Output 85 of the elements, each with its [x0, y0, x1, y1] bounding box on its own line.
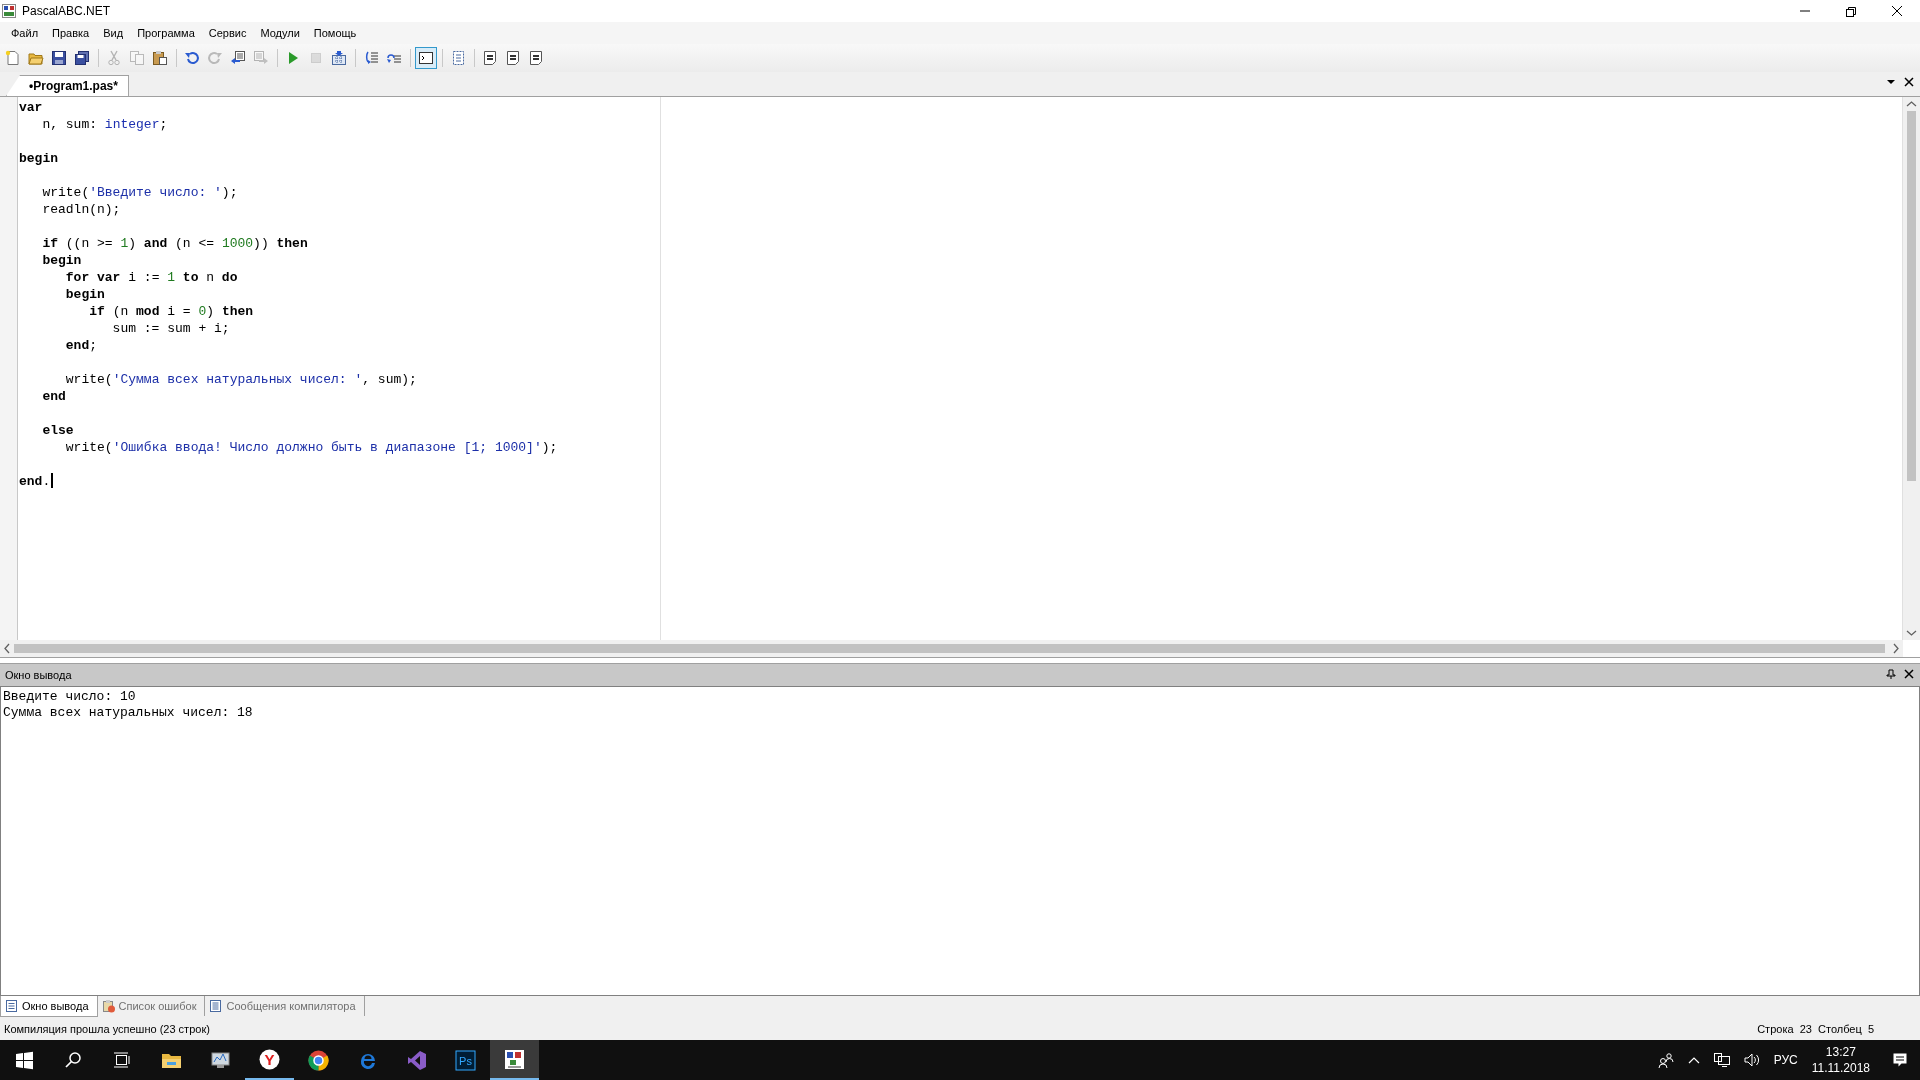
close-icon[interactable] — [1904, 669, 1914, 679]
clock-time[interactable]: 13:27 — [1825, 1044, 1856, 1060]
code-line: if (n mod i = 0) then — [88, 303, 254, 320]
language-indicator[interactable]: РУС — [1773, 1053, 1798, 1067]
console-prompt-button[interactable] — [415, 47, 437, 69]
document-lines-icon — [450, 50, 466, 66]
new-file-icon — [5, 50, 21, 66]
panel-tab[interactable]: Сообщения компилятора — [205, 996, 365, 1016]
panel-title: Окно вывода — [5, 669, 72, 681]
close-icon[interactable] — [1904, 77, 1914, 87]
page-curl-icon — [505, 50, 521, 66]
code-line: begin — [64, 286, 105, 303]
floppy-disks-icon — [74, 50, 90, 66]
clock-date[interactable]: 11.11.2018 — [1811, 1060, 1870, 1076]
vertical-scrollbar[interactable] — [1902, 97, 1920, 640]
document-tab[interactable]: •Program1.pas* — [6, 75, 129, 96]
code-line: for var i := 1 to n do — [64, 269, 238, 286]
code-line: end — [41, 388, 66, 405]
dropdown-caret-icon[interactable] — [1886, 77, 1896, 87]
copy-icon — [129, 50, 145, 66]
code-line: var — [19, 99, 43, 116]
letters-square-button[interactable]: Ps — [441, 1040, 490, 1080]
code-line: sum := sum + i; — [111, 320, 230, 337]
document-lines-icon — [5, 999, 18, 1013]
clipboard-icon — [152, 50, 168, 66]
code-line: write('Введите число: '); — [41, 184, 238, 201]
scrollbar-thumb[interactable] — [1907, 111, 1916, 481]
menu-item[interactable]: Файл — [4, 25, 46, 41]
horizontal-scrollbar[interactable] — [0, 640, 1903, 657]
window-title: PascalABC.NET — [22, 4, 111, 18]
volume-icon[interactable] — [1743, 1053, 1760, 1067]
letter-blocks-icon — [504, 1048, 525, 1070]
stop-square-icon — [308, 50, 324, 66]
arrow-right-document-icon — [253, 50, 269, 66]
menu-item[interactable]: Программа — [130, 25, 202, 41]
code-line: n, sum: integer; — [41, 116, 168, 133]
code-line: begin — [19, 150, 58, 167]
arrow-left-document-icon — [230, 50, 246, 66]
restore-icon — [1844, 5, 1858, 17]
close-icon — [1890, 5, 1904, 17]
monitor-icon — [210, 1049, 231, 1071]
network-icon[interactable] — [1713, 1053, 1730, 1067]
panel-tab[interactable]: Окно вывода — [0, 996, 98, 1017]
people-icon[interactable] — [1657, 1052, 1674, 1068]
chevron-up-icon[interactable] — [1687, 1055, 1700, 1065]
pin-icon[interactable] — [1886, 669, 1896, 679]
code-line: begin — [41, 252, 82, 269]
undo-arrow-icon — [184, 50, 200, 66]
output-line: Введите число: 10 — [3, 689, 136, 705]
redo-arrow-icon — [207, 50, 223, 66]
menu-item[interactable]: Модули — [253, 25, 307, 41]
code-line: else — [41, 422, 74, 439]
code-line: write('Ошибка ввода! Число должно быть в диапазоне [1; 1000]'); — [64, 439, 558, 456]
console-prompt-icon — [418, 50, 434, 66]
step-into-icon — [363, 50, 379, 66]
scrollbar-thumb[interactable] — [14, 644, 1885, 653]
letter-circle-icon: Y — [259, 1048, 280, 1070]
cursor-position: Строка 23 Столбец 5 — [1757, 1023, 1874, 1035]
panel-tab[interactable]: Список ошибок — [97, 996, 206, 1016]
letter-circle-button[interactable]: Y — [245, 1040, 294, 1080]
menu-item[interactable]: Вид — [96, 25, 131, 41]
ribbon-shape-icon — [406, 1049, 427, 1071]
task-view-icon — [112, 1049, 133, 1071]
open-folder-icon — [28, 50, 44, 66]
grid-down-arrow-icon — [331, 50, 347, 66]
menu-item[interactable]: Правка — [45, 25, 97, 41]
code-line: readln(n); — [41, 201, 121, 218]
menu-item[interactable]: Помощь — [306, 25, 364, 41]
letters-square-icon: Ps — [455, 1049, 476, 1071]
code-line: end. — [19, 473, 54, 490]
page-curl-icon — [482, 50, 498, 66]
code-line: end; — [64, 337, 98, 354]
status-message: Компиляция прошла успешно (23 строк) — [4, 1023, 210, 1035]
output-line: Сумма всех натуральных чисел: 18 — [3, 705, 253, 721]
code-line: if ((n >= 1) and (n <= 1000)) then — [41, 235, 308, 252]
scissors-icon — [106, 50, 122, 66]
menu-item[interactable]: Сервис — [201, 25, 254, 41]
colored-wheel-icon — [308, 1049, 329, 1071]
notification-icon[interactable] — [1892, 1052, 1908, 1068]
code-line: write('Сумма всех натуральных чисел: ', sum); — [64, 371, 417, 388]
letter-blocks-button[interactable] — [490, 1040, 539, 1080]
windows-logo-icon — [14, 1049, 35, 1071]
page-curl-icon — [528, 50, 544, 66]
list-icon — [209, 999, 223, 1013]
clipboard-error-icon — [101, 999, 115, 1013]
